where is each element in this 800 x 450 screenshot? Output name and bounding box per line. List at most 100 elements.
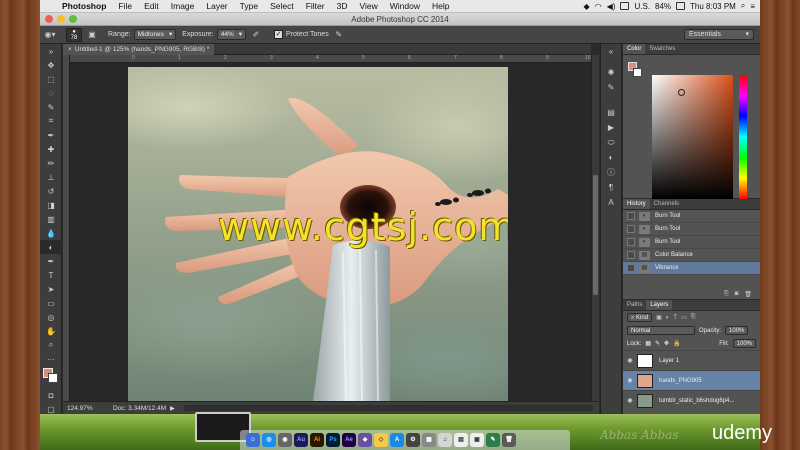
history-item[interactable]: ◐ Burn Tool: [623, 236, 760, 249]
horizontal-scrollbar[interactable]: [182, 405, 593, 411]
lock-all-icon[interactable]: 🔒: [673, 340, 680, 347]
lock-position-icon[interactable]: ✥: [664, 340, 669, 347]
info-icon[interactable]: ⓘ: [601, 165, 621, 180]
pressure-icon[interactable]: ✎: [332, 29, 346, 41]
tab-paths[interactable]: Paths: [623, 300, 646, 310]
quick-select-tool-icon[interactable]: ✎: [40, 100, 62, 114]
gradient-tool-icon[interactable]: ▥: [40, 212, 62, 226]
menu-help[interactable]: Help: [426, 1, 455, 11]
sketch-icon[interactable]: ◇: [374, 433, 388, 447]
marquee-tool-icon[interactable]: ⬚: [40, 72, 62, 86]
clock[interactable]: Thu 8:03 PM: [690, 2, 736, 11]
document-canvas[interactable]: www.cgtsj.com: [128, 67, 508, 401]
volume-icon[interactable]: ◀): [607, 2, 616, 11]
airbrush-icon[interactable]: ✐: [249, 29, 263, 41]
eyedropper-tool-icon[interactable]: ✒: [40, 128, 62, 142]
history-item[interactable]: ◐ Burn Tool: [623, 210, 760, 223]
menu-view[interactable]: View: [353, 1, 383, 11]
visibility-eye-icon[interactable]: ◉: [623, 397, 637, 404]
type-tool-icon[interactable]: T: [40, 268, 62, 282]
history-checkbox[interactable]: [627, 251, 635, 259]
actions-icon[interactable]: ▶: [601, 120, 621, 135]
menu-3d[interactable]: 3D: [331, 1, 354, 11]
input-source[interactable]: U.S.: [634, 2, 650, 11]
history-item[interactable]: ◐ Burn Tool: [623, 223, 760, 236]
app-store-icon[interactable]: A: [390, 433, 404, 447]
collapse-icon[interactable]: »: [40, 44, 62, 58]
system-icon[interactable]: ◉: [278, 433, 292, 447]
adjust-brush-icon[interactable]: ✺: [601, 65, 621, 80]
history-checkbox[interactable]: [627, 225, 635, 233]
filter-shape-icon[interactable]: ▭: [681, 314, 687, 321]
menu-app[interactable]: Photoshop: [56, 1, 112, 11]
dropbox-icon[interactable]: ◆: [583, 2, 589, 11]
menu-window[interactable]: Window: [384, 1, 426, 11]
history-item[interactable]: ▤ Color Balance: [623, 249, 760, 262]
scrollbar-thumb[interactable]: [593, 175, 598, 295]
illustrator-icon[interactable]: Ai: [310, 433, 324, 447]
close-tab-icon[interactable]: ×: [68, 46, 72, 53]
menu-filter[interactable]: Filter: [300, 1, 331, 11]
fill-input[interactable]: 100%: [732, 339, 756, 348]
protect-tones-checkbox[interactable]: ✓: [274, 30, 284, 39]
pen-tool-icon[interactable]: ✒: [40, 254, 62, 268]
menu-file[interactable]: File: [112, 1, 138, 11]
trash-icon[interactable]: 🗑: [744, 291, 752, 298]
camera-icon[interactable]: ◙: [735, 291, 739, 297]
opacity-input[interactable]: 100%: [725, 326, 749, 335]
lock-transparent-icon[interactable]: ▦: [645, 340, 651, 347]
filter-pixel-icon[interactable]: ▣: [656, 314, 662, 321]
list-icon[interactable]: ≡: [750, 2, 755, 11]
kind-filter-select[interactable]: ⌕ Kind: [627, 313, 653, 322]
layer-row[interactable]: ◉ tumblr_static_b6shdog6p4...: [623, 390, 760, 410]
lasso-tool-icon[interactable]: ◌: [40, 86, 62, 100]
quick-mask-icon[interactable]: ◘: [40, 388, 62, 402]
layer-row-selected[interactable]: ◉ hands_PNG905: [623, 370, 760, 390]
vertical-scrollbar[interactable]: [591, 55, 599, 401]
move-tool-icon[interactable]: ✥: [40, 58, 62, 72]
brush-preset-picker[interactable]: ● 78: [66, 27, 82, 42]
tab-channels[interactable]: Channels: [650, 199, 683, 209]
burn-tool-preset-icon[interactable]: ◉▾: [43, 29, 57, 41]
background-color-swatch[interactable]: [48, 373, 58, 383]
tab-swatches[interactable]: Swatches: [645, 44, 679, 54]
filter-type-icon[interactable]: T: [673, 315, 677, 321]
history-icon[interactable]: ▤: [601, 105, 621, 120]
menu-layer[interactable]: Layer: [200, 1, 233, 11]
path-select-tool-icon[interactable]: ➤: [40, 282, 62, 296]
hue-slider[interactable]: [739, 75, 747, 199]
status-menu-icon[interactable]: ▶: [170, 405, 175, 412]
tab-history[interactable]: History: [623, 199, 650, 209]
3d-tool-icon[interactable]: ◎: [40, 310, 62, 324]
app-icon[interactable]: ✎: [486, 433, 500, 447]
history-checkbox[interactable]: [627, 238, 635, 246]
shape-tool-icon[interactable]: ▭: [40, 296, 62, 310]
character-icon[interactable]: A: [601, 195, 621, 210]
battery-percent[interactable]: 84%: [655, 2, 671, 11]
blur-tool-icon[interactable]: 💧: [40, 226, 62, 240]
visibility-eye-icon[interactable]: ◉: [623, 357, 637, 364]
menu-edit[interactable]: Edit: [138, 1, 165, 11]
app-icon[interactable]: ▦: [422, 433, 436, 447]
zoom-level[interactable]: 124.97%: [63, 405, 105, 412]
history-brush-tool-icon[interactable]: ↺: [40, 184, 62, 198]
layer-row[interactable]: ◉ Layer 1: [623, 350, 760, 370]
properties-icon[interactable]: ◐: [601, 150, 621, 165]
battery-icon[interactable]: [676, 2, 686, 10]
brush-tool-icon[interactable]: ✏: [40, 156, 62, 170]
filter-smart-icon[interactable]: ⎘: [691, 314, 696, 321]
color-picker-marker[interactable]: [678, 89, 685, 96]
audition-icon[interactable]: Au: [294, 433, 308, 447]
document-tab[interactable]: × Untitled-1 @ 125% (hands_PNG905, RGB/8…: [63, 43, 215, 55]
history-checkbox[interactable]: [627, 264, 635, 272]
lock-pixels-icon[interactable]: ✎: [655, 340, 660, 347]
workspace-select[interactable]: Essentials ▾: [684, 29, 754, 40]
after-effects-icon[interactable]: Ae: [342, 433, 356, 447]
itunes-icon[interactable]: ♫: [438, 433, 452, 447]
color-field[interactable]: [652, 75, 733, 199]
wifi-icon[interactable]: ◠: [595, 2, 602, 11]
exposure-input[interactable]: 44% ▾: [216, 29, 247, 40]
flag-icon[interactable]: [620, 2, 630, 10]
new-document-icon[interactable]: ⎘: [724, 291, 729, 298]
collapse-icon[interactable]: «: [601, 44, 621, 59]
